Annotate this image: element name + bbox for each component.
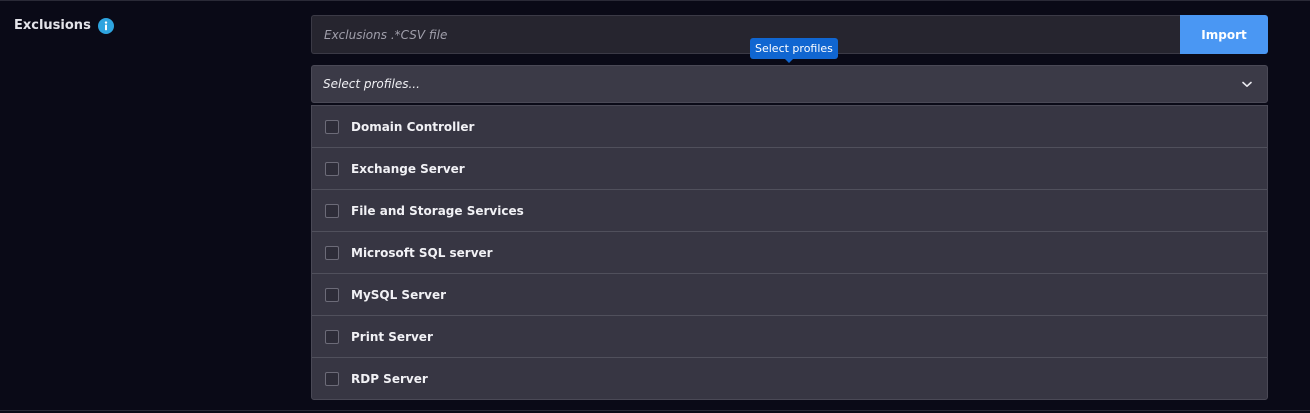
profile-option-exchange-server[interactable]: Exchange Server	[312, 148, 1267, 190]
option-label: Exchange Server	[351, 161, 465, 176]
profile-select-placeholder: Select profiles...	[323, 77, 420, 91]
option-label: Microsoft SQL server	[351, 245, 493, 260]
profile-options-list: Domain Controller Exchange Server File a…	[311, 105, 1268, 400]
checkbox[interactable]	[325, 119, 339, 134]
select-profiles-tooltip: Select profiles	[750, 38, 838, 63]
checkbox[interactable]	[325, 287, 339, 302]
profile-option-microsoft-sql-server[interactable]: Microsoft SQL server	[312, 232, 1267, 274]
checkbox[interactable]	[325, 245, 339, 260]
checkbox[interactable]	[325, 329, 339, 344]
section-label: Exclusions	[14, 16, 114, 34]
divider-bottom	[0, 410, 1310, 411]
profile-option-print-server[interactable]: Print Server	[312, 316, 1267, 358]
checkbox[interactable]	[325, 203, 339, 218]
import-button-label: Import	[1201, 27, 1247, 42]
profile-option-mysql-server[interactable]: MySQL Server	[312, 274, 1267, 316]
profile-select[interactable]: Select profiles...	[311, 65, 1268, 103]
section-title: Exclusions	[14, 17, 91, 33]
import-button[interactable]: Import	[1180, 15, 1268, 54]
exclusions-settings-panel: Exclusions Exclusions .*CSV file Import …	[0, 0, 1310, 413]
option-label: Print Server	[351, 329, 433, 344]
checkbox[interactable]	[325, 371, 339, 386]
profile-option-domain-controller[interactable]: Domain Controller	[312, 106, 1267, 148]
tooltip-text: Select profiles	[755, 42, 833, 55]
file-input-placeholder: Exclusions .*CSV file	[324, 27, 448, 42]
profile-option-rdp-server[interactable]: RDP Server	[312, 358, 1267, 399]
info-icon[interactable]	[97, 18, 114, 34]
checkbox[interactable]	[325, 161, 339, 176]
option-label: RDP Server	[351, 371, 428, 386]
chevron-down-icon[interactable]	[1242, 81, 1252, 88]
divider-top	[0, 0, 1310, 1]
option-label: Domain Controller	[351, 119, 475, 134]
exclusions-file-input[interactable]: Exclusions .*CSV file	[311, 15, 1180, 54]
profile-option-file-storage-services[interactable]: File and Storage Services	[312, 190, 1267, 232]
option-label: File and Storage Services	[351, 203, 524, 218]
option-label: MySQL Server	[351, 287, 447, 302]
